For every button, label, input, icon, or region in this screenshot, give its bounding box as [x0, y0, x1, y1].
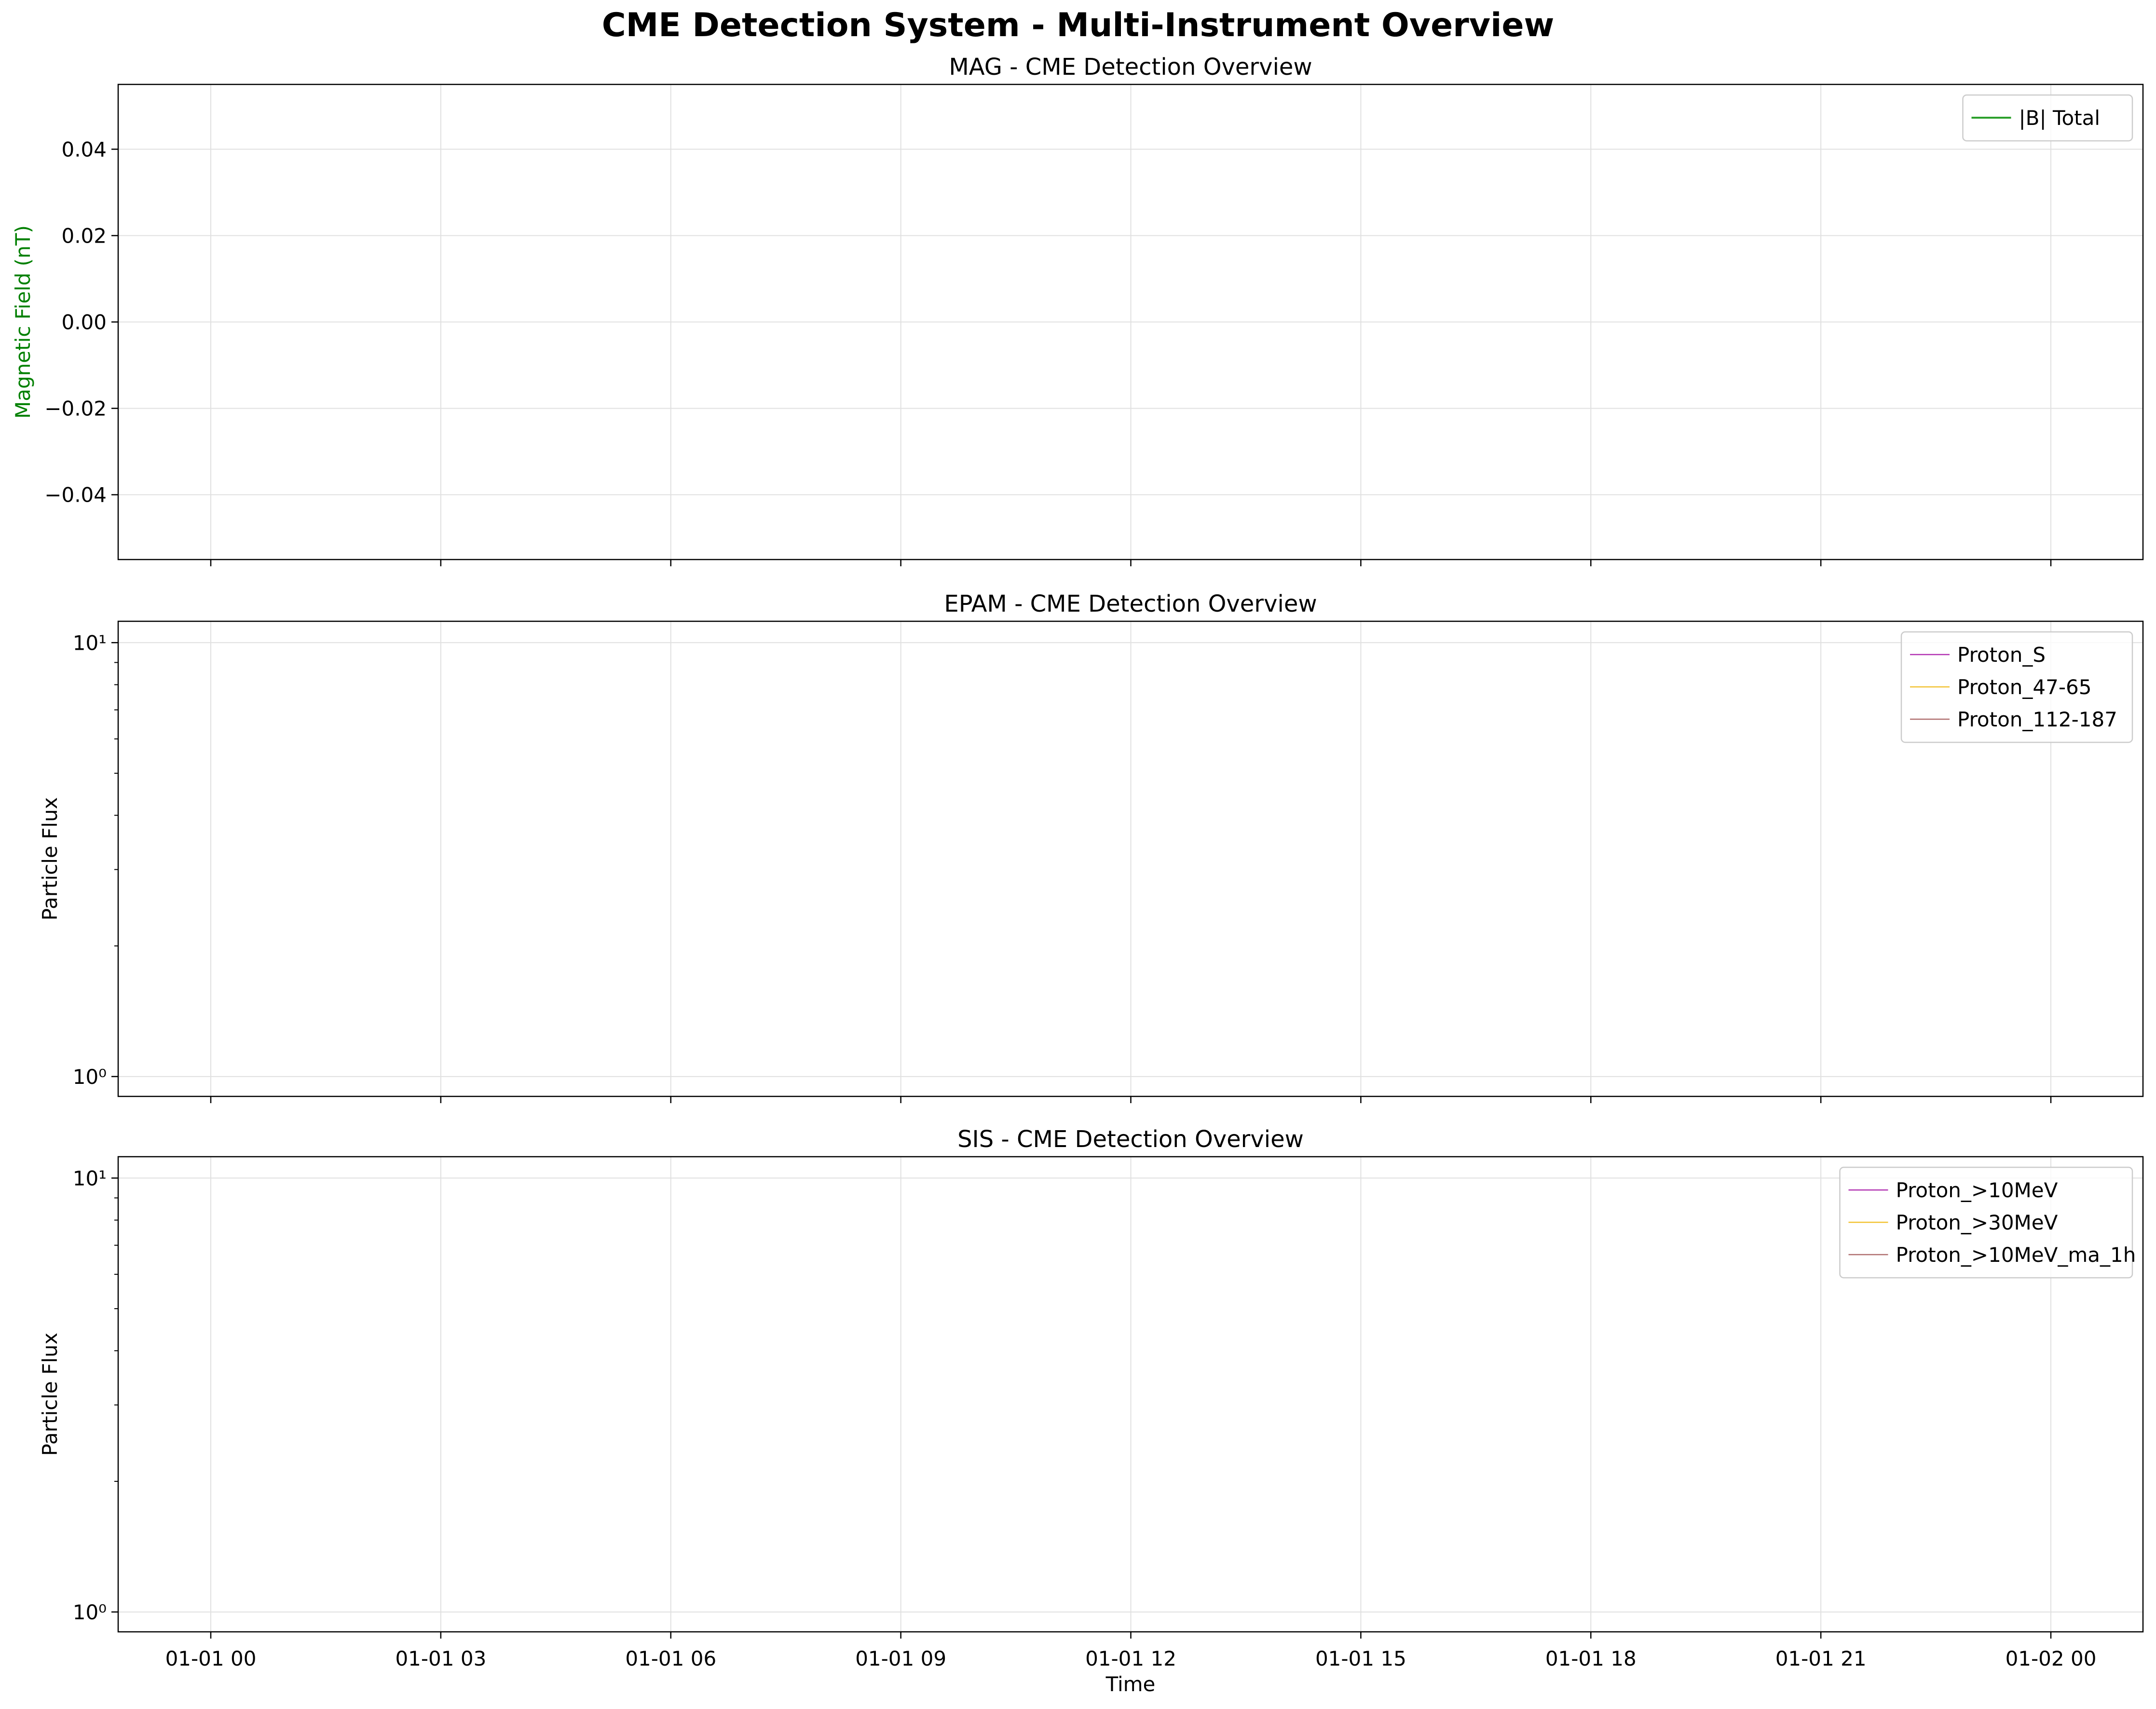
legend-entry: Proton_112-187: [1957, 708, 2117, 731]
y-axis-label: Particle Flux: [38, 1333, 62, 1456]
legend-entry: Proton_>30MeV: [1896, 1211, 2058, 1234]
x-axis-label: Time: [1105, 1672, 1156, 1696]
y-tick-label: 10¹: [73, 1166, 107, 1190]
legend-entry: |B| Total: [2019, 106, 2101, 130]
x-tick-label: 01-01 06: [625, 1647, 716, 1670]
legend: |B| Total: [1962, 94, 2133, 142]
subplot-title: EPAM - CME Detection Overview: [944, 590, 1317, 617]
figure: CME Detection System - Multi-Instrument …: [11, 6, 2144, 1696]
y-tick-label: 10⁰: [73, 1600, 107, 1624]
y-tick-label: 10⁰: [73, 1065, 107, 1089]
y-tick-label: 0.00: [61, 311, 107, 334]
subplot-mag: −0.04 −0.02 0.00 0.02 0.04 MAG - CME Detectio…: [11, 54, 2144, 566]
x-tick-label: 01-01 15: [1315, 1647, 1406, 1670]
subplot-epam: 10⁰ 10¹ EPAM - CME Detection Overview Parti…: [38, 590, 2144, 1103]
y-tick-label: 0.04: [61, 137, 107, 161]
y-axis-label: Particle Flux: [38, 797, 62, 921]
y-tick-label: 0.02: [61, 224, 107, 247]
x-tick-label: 01-01 12: [1085, 1647, 1176, 1670]
subplot-title: MAG - CME Detection Overview: [949, 54, 1312, 81]
y-tick-label: 10¹: [73, 631, 107, 655]
x-tick-label: 01-02 00: [2006, 1647, 2097, 1670]
x-tick-label: 01-01 03: [395, 1647, 486, 1670]
legend-entry: Proton_47-65: [1957, 675, 2091, 699]
x-tick-label: 01-01 21: [1775, 1647, 1867, 1670]
y-axis-label: Magnetic Field (nT): [11, 225, 35, 419]
legend-entry: Proton_>10MeV: [1896, 1178, 2058, 1202]
subplot-sis: 01-01 00 01-01 03 01-01 06 01-01 09 01-01 12…: [38, 1126, 2144, 1696]
legend-entry: Proton_S: [1957, 643, 2046, 667]
y-tick-label: −0.02: [44, 397, 107, 421]
legend: Proton_>10MeV Proton_>30MeV Proton_>10MeV_…: [1839, 1166, 2136, 1279]
legend-entry: Proton_>10MeV_ma_1h: [1896, 1243, 2136, 1267]
x-tick-label: 01-01 00: [165, 1647, 257, 1670]
figure-title: CME Detection System - Multi-Instrument …: [602, 6, 1555, 44]
legend: Proton_S Proton_47-65 Proton_112-187: [1900, 631, 2133, 743]
y-tick-label: −0.04: [44, 483, 107, 507]
subplot-title: SIS - CME Detection Overview: [957, 1126, 1304, 1153]
x-tick-label: 01-01 09: [855, 1647, 946, 1670]
x-tick-label: 01-01 18: [1545, 1647, 1637, 1670]
panels: −0.04 −0.02 0.00 0.02 0.04 MAG - CME Detectio…: [11, 54, 2144, 1696]
